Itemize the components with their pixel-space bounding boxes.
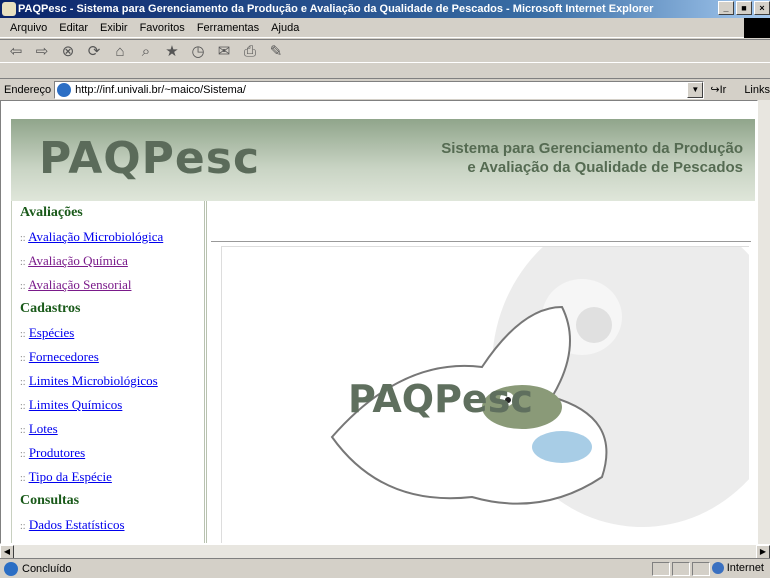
tagline-line1: Sistema para Gerenciamento da Produção [441,140,743,157]
link-especies[interactable]: Espécies [29,325,74,340]
menu-ferramentas[interactable]: Ferramentas [191,22,265,34]
window-title: PAQPesc - Sistema para Gerenciamento da … [18,3,654,15]
stop-icon[interactable]: ⊗ [58,42,78,60]
history-icon[interactable]: ◷ [188,42,208,60]
status-text: Concluído [22,562,72,575]
go-label: Ir [719,84,727,96]
globe-icon [711,562,724,574]
menu-bar: Arquivo Editar Exibir Favoritos Ferramen… [0,18,770,38]
go-button[interactable]: ↪Ir [710,83,726,96]
close-button[interactable]: × [754,1,770,15]
forward-icon[interactable]: ⇨ [32,42,52,60]
refresh-icon[interactable]: ⟳ [84,42,104,60]
link-dados-estatisticos[interactable]: Dados Estatísticos [29,517,125,532]
security-zone: Internet [711,562,764,574]
mail-icon[interactable]: ✉ [214,42,234,60]
sidebar-nav: Avaliações :: Avaliação Microbiológica :… [11,201,207,543]
menu-favoritos[interactable]: Favoritos [134,22,191,34]
windows-logo [744,18,770,38]
vertical-scrollbar[interactable] [758,100,770,544]
standard-toolbar: ⇦ ⇨ ⊗ ⟳ ⌂ ⌕ ★ ◷ ✉ ⎙ ✎ [0,39,770,63]
link-limites-quimicos[interactable]: Limites Químicos [29,397,123,412]
menu-ajuda[interactable]: Ajuda [265,22,305,34]
section-consultas: Consultas [20,493,80,508]
favorites-icon[interactable]: ★ [162,42,182,60]
site-brand: PAQPesc [39,133,261,184]
search-icon[interactable]: ⌕ [136,43,156,60]
ie-app-icon [2,2,16,16]
tagline-line2: e Avaliação da Qualidade de Pescados [467,159,743,176]
section-avaliacoes: Avaliações [20,205,83,220]
site-banner: PAQPesc Sistema para Gerenciamento da Pr… [11,119,755,201]
back-icon[interactable]: ⇦ [6,42,26,60]
link-fornecedores[interactable]: Fornecedores [29,349,99,364]
site-tagline: Sistema para Gerenciamento da Produção e… [441,139,743,177]
address-bar: Endereço http://inf.univali.br/~maico/Si… [0,78,770,100]
maximize-button[interactable]: ■ [736,1,752,15]
link-avaliacao-sensorial[interactable]: Avaliação Sensorial [28,277,131,292]
link-avaliacao-microbiologica[interactable]: Avaliação Microbiológica [28,229,163,244]
menu-exibir[interactable]: Exibir [94,22,134,34]
address-label: Endereço [4,83,52,96]
status-cells [652,562,710,576]
links-button[interactable]: Links [744,84,770,96]
menu-editar[interactable]: Editar [53,22,94,34]
link-produtores[interactable]: Produtores [29,445,85,460]
link-lotes[interactable]: Lotes [29,421,58,436]
horizontal-scrollbar[interactable]: ◀ ▶ [0,544,770,559]
menu-arquivo[interactable]: Arquivo [4,22,53,34]
link-tipo-da-especie[interactable]: Tipo da Espécie [29,469,112,484]
main-panel: PAQPesc [221,246,749,543]
address-input[interactable]: http://inf.univali.br/~maico/Sistema/ ▼ [54,80,705,99]
main-logo-text: PAQPesc [348,377,533,421]
zone-label: Internet [726,562,764,574]
window-title-bar[interactable]: PAQPesc - Sistema para Gerenciamento da … [0,0,770,18]
print-icon[interactable]: ⎙ [240,43,260,60]
link-avaliacao-quimica[interactable]: Avaliação Química [28,253,128,268]
status-bar: Concluído Internet [0,558,770,578]
home-icon[interactable]: ⌂ [110,43,130,60]
link-limites-microbiologicos[interactable]: Limites Microbiológicos [29,373,158,388]
page-icon [57,82,72,97]
minimize-button[interactable]: _ [718,1,734,15]
scroll-left-icon[interactable]: ◀ [0,545,14,559]
address-dropdown-icon[interactable]: ▼ [687,81,704,98]
status-page-icon [4,561,18,576]
edit-icon[interactable]: ✎ [266,42,286,60]
page-content: PAQPesc Sistema para Gerenciamento da Pr… [0,100,758,544]
scroll-right-icon[interactable]: ▶ [756,545,770,559]
address-url[interactable]: http://inf.univali.br/~maico/Sistema/ [75,84,246,96]
section-cadastros: Cadastros [20,301,81,316]
